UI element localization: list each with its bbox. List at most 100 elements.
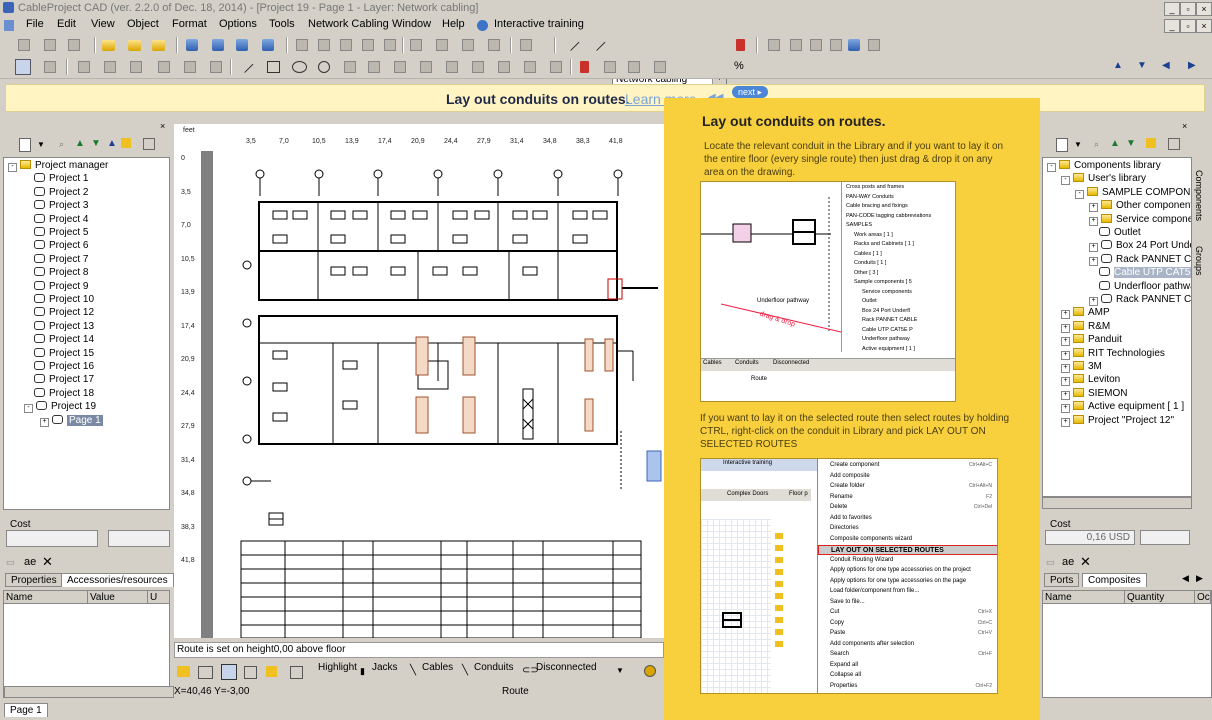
- library-item[interactable]: + Other components F: [1089, 200, 1191, 213]
- library-item[interactable]: + Service components: [1089, 213, 1191, 227]
- expand-icon[interactable]: +: [1089, 243, 1098, 253]
- tree-item-project[interactable]: Project 6: [24, 240, 88, 253]
- page-icon[interactable]: [68, 39, 80, 51]
- circle-tool-icon[interactable]: [318, 61, 330, 73]
- tree-item-project[interactable]: Project 16: [24, 361, 94, 374]
- lock-icon[interactable]: [462, 39, 474, 51]
- expand-icon[interactable]: +: [1061, 390, 1070, 400]
- tab-page-1[interactable]: Page 1: [4, 703, 48, 717]
- chevron-down-icon[interactable]: ▼: [37, 140, 45, 149]
- expand-icon[interactable]: +: [1089, 203, 1098, 213]
- select-tool-icon[interactable]: [15, 59, 31, 75]
- redo-icon[interactable]: [384, 39, 396, 51]
- ellipse-tool-icon[interactable]: [292, 61, 307, 73]
- route-icon[interactable]: [590, 36, 606, 51]
- door-tool-icon[interactable]: [498, 61, 510, 73]
- save-as-icon[interactable]: [212, 39, 224, 51]
- disconnected-toggle[interactable]: Disconnected: [536, 662, 597, 673]
- expand-icon[interactable]: +: [1061, 310, 1070, 320]
- right-hscroll[interactable]: [1042, 497, 1192, 509]
- menu-interactive-training[interactable]: Interactive training: [494, 18, 584, 30]
- tab-scroll-right-icon[interactable]: ▶: [1196, 573, 1203, 584]
- rack-tool-icon[interactable]: [580, 61, 589, 73]
- tree-item-project[interactable]: Project 7: [24, 253, 88, 267]
- new-icon[interactable]: [18, 39, 30, 51]
- library-item[interactable]: Outlet: [1089, 227, 1141, 240]
- library-item[interactable]: Underfloor pathway: [1089, 280, 1191, 294]
- library-item[interactable]: + R&M: [1061, 320, 1110, 334]
- tab-accessories[interactable]: Accessories/resources: [61, 573, 174, 587]
- tree-item-project-manager[interactable]: - Project manager: [8, 160, 108, 173]
- group-icon[interactable]: [410, 39, 422, 51]
- clear-icon[interactable]: ✕: [42, 554, 53, 570]
- measure-icon[interactable]: [564, 36, 580, 51]
- search-icon[interactable]: ⌕: [59, 139, 64, 150]
- collapse-icon[interactable]: -: [1075, 189, 1084, 199]
- tree-item-project[interactable]: Project 8: [24, 267, 88, 280]
- library-item[interactable]: + Rack PANNET CABLE: [1089, 294, 1191, 307]
- menu-window[interactable]: Window: [392, 18, 431, 30]
- expand-icon[interactable]: +: [1061, 323, 1070, 333]
- conduits-toggle[interactable]: Conduits: [474, 662, 513, 673]
- stop-icon[interactable]: [736, 39, 745, 51]
- library-item[interactable]: + Leviton: [1061, 374, 1120, 387]
- library-item[interactable]: +3M: [1061, 361, 1102, 374]
- tab-groups[interactable]: Groups: [1194, 246, 1204, 276]
- tree-item-project[interactable]: Project 12: [24, 307, 94, 320]
- minimize-button[interactable]: _: [1164, 2, 1180, 16]
- database-icon[interactable]: [848, 39, 860, 51]
- library-item[interactable]: - User's library: [1061, 173, 1146, 186]
- record-icon[interactable]: [644, 665, 656, 677]
- tree-item-project[interactable]: Project 4: [24, 213, 88, 227]
- column-unit[interactable]: U: [148, 591, 170, 604]
- point-tool-icon[interactable]: [420, 61, 432, 73]
- node-tool-icon[interactable]: [78, 61, 90, 73]
- arrow-right-icon[interactable]: ▶: [1188, 60, 1196, 71]
- tree-item-project[interactable]: Project 3: [24, 200, 88, 213]
- arc-tool-icon[interactable]: [344, 61, 356, 73]
- tab-ports[interactable]: Ports: [1044, 573, 1080, 587]
- properties-icon[interactable]: [143, 138, 155, 150]
- pan-tool-icon[interactable]: [44, 61, 56, 73]
- save-icon[interactable]: [186, 39, 198, 51]
- menu-help[interactable]: Help: [442, 18, 465, 30]
- library-item[interactable]: Cable UTP CAT5E P: [1089, 267, 1191, 280]
- move-icon[interactable]: ▲: [107, 138, 117, 149]
- expand-icon[interactable]: +: [1061, 417, 1070, 427]
- tab-properties[interactable]: Properties: [5, 573, 63, 587]
- expand-icon[interactable]: +: [1089, 256, 1098, 266]
- mdi-close-button[interactable]: ×: [1196, 19, 1212, 33]
- link-tool-icon[interactable]: [130, 61, 142, 73]
- left-hscroll[interactable]: [4, 686, 174, 698]
- bind-toggle-icon[interactable]: [266, 666, 277, 677]
- expand-icon[interactable]: +: [40, 417, 49, 427]
- cut-icon[interactable]: [296, 39, 308, 51]
- menu-file[interactable]: File: [26, 18, 44, 30]
- library-item[interactable]: + Box 24 Port Underfl: [1089, 240, 1191, 253]
- line-tool-icon[interactable]: [238, 58, 254, 73]
- tree-item-project[interactable]: Project 17: [24, 374, 94, 387]
- polyline-tool-icon[interactable]: [394, 61, 406, 73]
- report-icon[interactable]: [830, 39, 842, 51]
- search-text-right[interactable]: ae: [1062, 556, 1074, 568]
- tree-item-project[interactable]: Project 2: [24, 186, 88, 200]
- menu-edit[interactable]: Edit: [57, 18, 76, 30]
- highlight-toggle[interactable]: Highlight: [318, 662, 357, 673]
- snap-toggle-icon[interactable]: [244, 666, 257, 679]
- expand-icon[interactable]: +: [1061, 350, 1070, 360]
- up-arrow-icon[interactable]: ▲: [1110, 138, 1120, 149]
- menu-tools[interactable]: Tools: [269, 18, 295, 30]
- menu-object[interactable]: Object: [127, 18, 159, 30]
- tree-item-project[interactable]: Project 9: [24, 280, 88, 294]
- vdim-tool-icon[interactable]: [184, 61, 196, 73]
- angle-tool-icon[interactable]: [210, 61, 222, 73]
- collapse-icon[interactable]: -: [1047, 163, 1056, 172]
- tree-item-project[interactable]: Project 13: [24, 320, 94, 334]
- tree-item-project[interactable]: Project 15: [24, 347, 94, 361]
- menu-network-cabling[interactable]: Network Cabling: [308, 18, 389, 30]
- spreadsheet-icon[interactable]: [810, 39, 822, 51]
- close-button[interactable]: ×: [1196, 2, 1212, 16]
- tree-item-project[interactable]: Project 10: [24, 294, 94, 307]
- menu-format[interactable]: Format: [172, 18, 207, 30]
- tree-item-project[interactable]: Project 14: [24, 334, 94, 347]
